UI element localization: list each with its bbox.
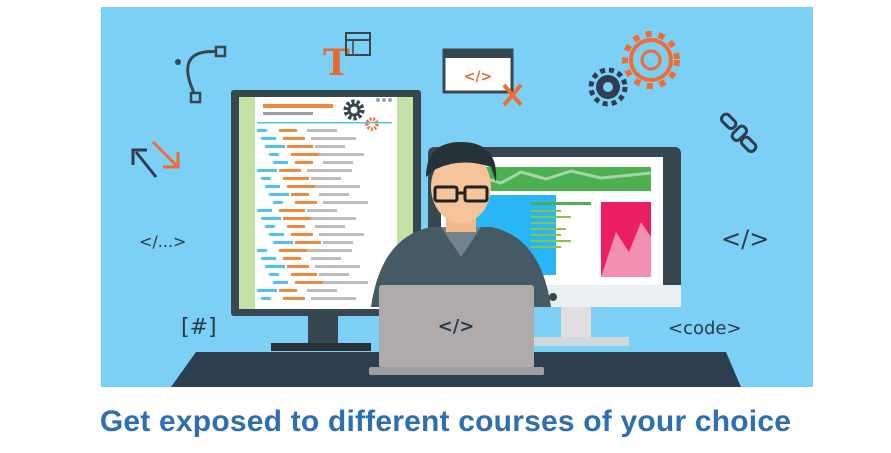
code-line [265,185,280,188]
code-line [279,289,297,292]
code-line [261,177,271,180]
code-line [287,225,305,228]
code-line [279,129,297,132]
code-line [273,161,288,164]
code-line [323,281,368,284]
code-line [291,193,309,196]
code-line [295,161,313,164]
code-line [315,145,345,148]
code-line [307,169,352,172]
code-line [295,241,321,244]
code-line [295,281,325,284]
code-line [261,217,281,220]
code-line [269,193,289,196]
code-line [279,169,301,172]
code-line [257,289,277,292]
ellipsis-tag-label: </...> [139,232,186,251]
code-line [307,129,337,132]
browser-code-tag: </> [464,69,493,85]
code-line [323,241,353,244]
code-line [283,297,305,300]
code-line [265,145,285,148]
code-line [319,193,349,196]
code-line [261,297,271,300]
code-line [265,265,285,268]
caption-headline: Get exposed to different courses of your… [99,405,792,438]
code-line [273,281,288,284]
code-tag-label: <code> [668,318,742,339]
code-line [291,273,317,276]
code-line [279,209,305,212]
code-line [295,201,317,204]
code-line [257,249,267,252]
code-line [287,265,309,268]
code-line [311,297,356,300]
code-line [273,241,293,244]
code-line [261,257,276,260]
code-line [315,185,360,188]
code-line [311,137,356,140]
code-line [307,249,352,252]
code-line [291,233,313,236]
code-line [257,209,272,212]
code-line [283,177,309,180]
code-line [319,153,364,156]
code-line [311,217,356,220]
code-line [315,265,360,268]
code-line [269,153,279,156]
code-line [319,273,349,276]
code-line [287,145,313,148]
code-line [291,153,321,156]
gears-icon [588,31,680,107]
code-line [283,217,313,220]
laptop-code-tag: </> [438,316,475,337]
code-line [269,273,279,276]
code-line [307,289,337,292]
code-line [273,201,283,204]
code-line [257,129,267,132]
code-line [279,249,309,252]
code-line [257,169,277,172]
code-line [283,137,305,140]
code-line [323,201,368,204]
code-line [269,233,284,236]
code-line [311,177,341,180]
code-line [265,225,275,228]
close-tag-label: </> [721,225,769,253]
chain-link-icon [719,112,758,154]
code-line [283,257,301,260]
code-line [323,161,353,164]
code-line [315,225,345,228]
code-line [311,257,341,260]
code-line [261,137,276,140]
code-line [319,233,364,236]
code-line [307,209,337,212]
arrows-icon [131,140,180,178]
hash-tag-label: [#] [181,315,217,340]
bezier-curve-icon [175,45,227,104]
code-line [287,185,317,188]
developer-illustration: </> T </> </...> </> [#] <code> [101,7,813,387]
